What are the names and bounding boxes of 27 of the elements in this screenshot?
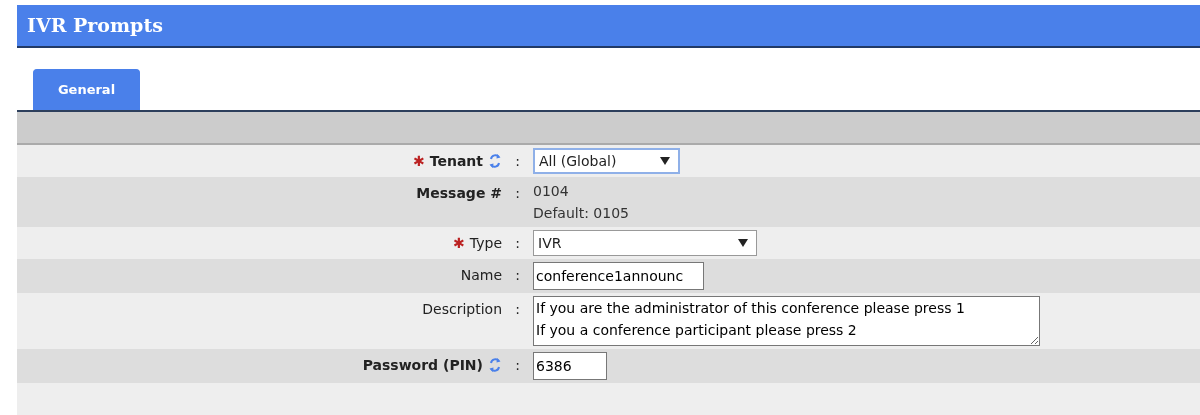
- tab[interactable]: General: [33, 69, 140, 110]
- refresh-icon[interactable]: [488, 153, 502, 169]
- colon-separator: :: [514, 266, 521, 285]
- field-value: 0104: [533, 182, 570, 201]
- colon-separator: :: [514, 184, 521, 203]
- input-field[interactable]: conference1announc: [533, 262, 704, 290]
- colon-separator: :: [514, 300, 521, 319]
- field-label: Message #: [416, 183, 502, 203]
- colon-separator: :: [514, 152, 521, 171]
- input-field[interactable]: 6386: [533, 352, 607, 380]
- colon-separator: :: [514, 356, 521, 375]
- field-value: Default: 0105: [533, 204, 629, 223]
- text-area[interactable]: If you are the administrator of this conference please press 1 If you a conference participant please press 2: [533, 296, 1040, 346]
- dropdown[interactable]: IVR: [533, 230, 757, 256]
- field-label: Name: [460, 265, 502, 285]
- caret-icon: [738, 239, 748, 247]
- caret-icon: [660, 157, 670, 165]
- dropdown[interactable]: All (Global): [533, 148, 680, 174]
- required-marker: ✱: [413, 151, 425, 171]
- field-label: Password (PIN): [362, 355, 483, 375]
- page-title: IVR Prompts: [27, 13, 163, 39]
- field-label: Type: [469, 233, 502, 253]
- required-marker: ✱: [453, 233, 465, 253]
- field-label: Tenant: [429, 151, 483, 171]
- field-label: Description: [422, 299, 502, 319]
- colon-separator: :: [514, 234, 521, 253]
- refresh-icon[interactable]: [488, 357, 502, 373]
